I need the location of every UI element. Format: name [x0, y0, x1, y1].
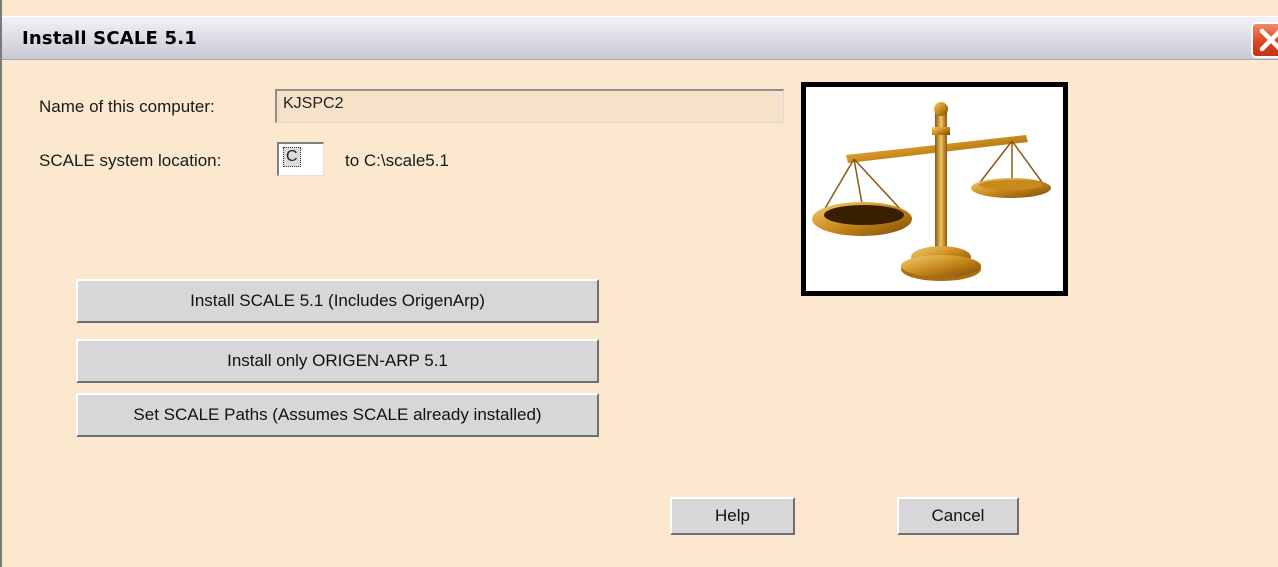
set-scale-paths-button[interactable]: Set SCALE Paths (Assumes SCALE already i… — [76, 393, 599, 437]
title-bar[interactable]: Install SCALE 5.1 — [2, 16, 1278, 60]
location-suffix: to C:\scale5.1 — [345, 151, 449, 170]
drive-letter-input[interactable]: C — [277, 142, 324, 176]
help-button[interactable]: Help — [670, 497, 795, 535]
scale-picture — [801, 82, 1068, 296]
install-origen-arp-button[interactable]: Install only ORIGEN-ARP 5.1 — [76, 339, 599, 383]
computer-name-field[interactable]: KJSPC2 — [275, 89, 784, 123]
cancel-button[interactable]: Cancel — [897, 497, 1019, 535]
close-icon — [1259, 28, 1278, 52]
install-dialog: Install SCALE 5.1 Name of this computer:… — [0, 0, 1278, 567]
balance-scale-icon — [812, 102, 1051, 281]
window-title: Install SCALE 5.1 — [22, 28, 198, 49]
close-button[interactable] — [1251, 22, 1278, 58]
install-scale-button[interactable]: Install SCALE 5.1 (Includes OrigenArp) — [76, 279, 599, 323]
drive-letter-value: C — [283, 147, 301, 167]
location-label: SCALE system location: — [39, 151, 222, 170]
computer-name-label: Name of this computer: — [39, 97, 215, 116]
